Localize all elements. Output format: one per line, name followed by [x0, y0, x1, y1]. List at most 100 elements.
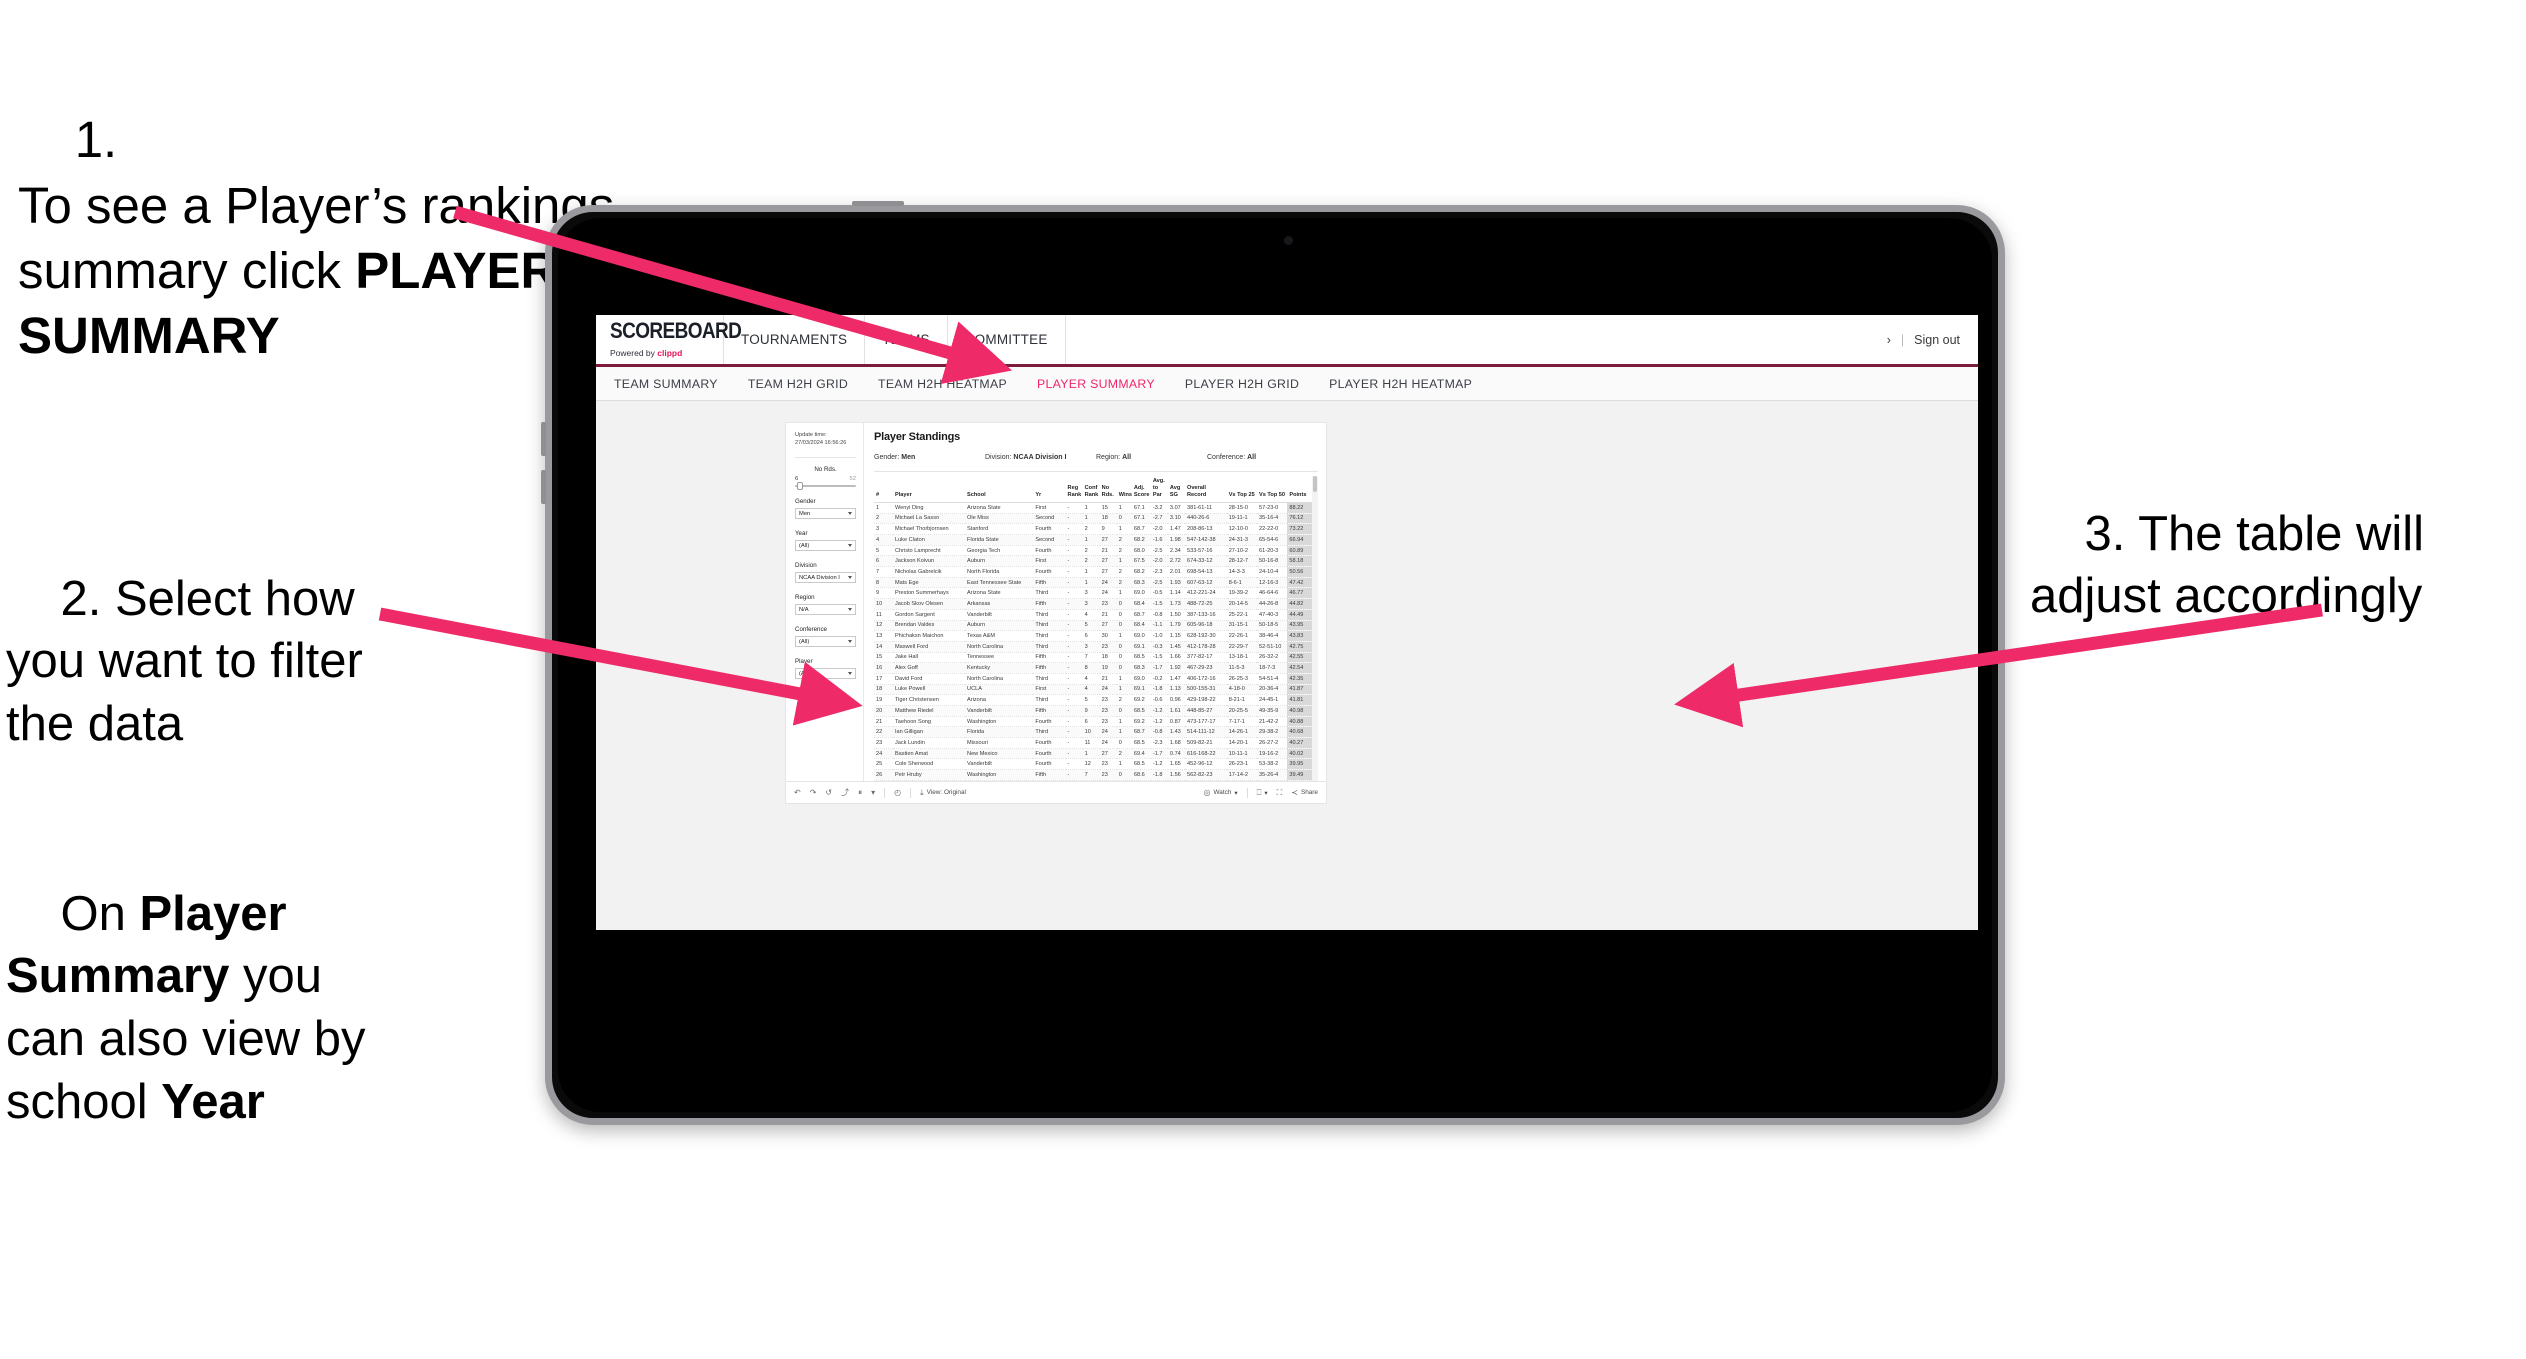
cell-rank: 26 [874, 769, 893, 781]
redo-icon[interactable]: ↷ [810, 788, 817, 797]
table-row[interactable]: 2 Michael La Sasso Ole Miss Second -1 18 0 67.1… [874, 513, 1313, 525]
table-row[interactable]: 1 Wenyi Ding Arizona State First -1 15 1 67.1 -3… [874, 502, 1313, 514]
nav-item-committee[interactable]: COMMITTEE [948, 315, 1066, 364]
col-wins[interactable]: Wins [1116, 476, 1132, 503]
cell-avg-sg: 1.79 [1167, 620, 1185, 632]
col-vs-top-50[interactable]: Vs Top 50 [1257, 476, 1288, 503]
share-button[interactable]: ≺ Share [1291, 788, 1318, 797]
table-row[interactable]: 17 David Ford North Carolina Third -4 21 1 69.0… [874, 673, 1313, 685]
col-overall-record[interactable]: Overall Record [1184, 476, 1227, 503]
table-row[interactable]: 8 Mats Ege East Tennessee State Fifth -1 24 2 6… [874, 577, 1313, 589]
header-right-group: › | Sign out [1887, 315, 1978, 364]
table-row[interactable]: 15 Jake Hall Tennessee Fifth -7 18 0 68.5 -1.5 1.… [874, 652, 1313, 664]
tab-player-summary[interactable]: PLAYER SUMMARY [1037, 377, 1155, 391]
nav-item-tournaments[interactable]: TOURNAMENTS [724, 315, 866, 364]
cell-adj-score: 67.1 [1131, 513, 1151, 525]
table-row[interactable]: 13 Phichaksn Maichon Texas A&M Third -6 30 1 69… [874, 630, 1313, 642]
cell-conf-rank: 1 [1082, 513, 1100, 525]
col-no-rds[interactable]: No Rds. [1099, 476, 1117, 503]
table-row[interactable]: 9 Preston Summerhays Arizona State Third -3 2… [874, 587, 1313, 600]
filter-no-rds-min: 6 [795, 475, 799, 482]
table-body: 1 Wenyi Ding Arizona State First -1 15 1 67.1 -3… [874, 502, 1313, 781]
chevron-down-icon: ▾ [1234, 789, 1238, 797]
table-row[interactable]: 6 Jackson Koivun Auburn First -2 27 1 67.5 -2.0 2… [874, 555, 1313, 568]
watch-button[interactable]: ◎ Watch ▾ [1204, 788, 1238, 797]
table-row[interactable]: 7 Nicholas Gabrelcik North Florida Fourth -1… [874, 566, 1313, 578]
table-row[interactable]: 25 Cole Sherwood Vanderbilt Fourth -12 23 1 68.… [874, 758, 1313, 771]
col-conf-rank[interactable]: Conf Rank [1082, 476, 1100, 503]
col-rank[interactable]: # [874, 476, 893, 503]
meta-conference-label: Conference: [1207, 454, 1246, 461]
table-row[interactable]: 26 Petr Hruby Washington Fifth -7 23 0 68.6 -1.8… [874, 769, 1313, 781]
filter-gender-dropdown[interactable]: Men [795, 508, 856, 520]
filter-player-dropdown[interactable]: (All) [795, 668, 856, 680]
col-avg-sg[interactable]: Avg SG [1167, 476, 1185, 503]
tab-team-h2h-heatmap[interactable]: TEAM H2H HEATMAP [878, 377, 1007, 391]
filter-year-dropdown[interactable]: (All) [795, 540, 856, 552]
col-player[interactable]: Player [892, 476, 966, 503]
filter-division-dropdown[interactable]: NCAA Division I [795, 572, 856, 584]
tab-player-h2h-grid[interactable]: PLAYER H2H GRID [1185, 377, 1299, 391]
filter-no-rds-slider-handle[interactable] [797, 482, 803, 490]
table-row[interactable]: 24 Bastien Amat New Mexico Fourth -1 27 2 69.4-… [874, 748, 1313, 760]
col-avg-to-par[interactable]: Avg. to Par [1150, 476, 1168, 503]
tab-team-summary[interactable]: TEAM SUMMARY [614, 377, 718, 391]
tab-team-h2h-grid[interactable]: TEAM H2H GRID [748, 377, 848, 391]
clock-icon[interactable]: ◴ [894, 788, 901, 797]
cell-overall-record: 698-54-13 [1184, 566, 1227, 578]
filter-conference-dropdown[interactable]: (All) [795, 636, 856, 648]
table-scrollbar[interactable] [1312, 476, 1318, 781]
table-row[interactable]: 12 Brendan Valdes Auburn Third -5 27 0 68.4 -1.1… [874, 620, 1313, 632]
undo-icon[interactable]: ↶ [794, 788, 801, 797]
filter-region-value: N/A [799, 606, 809, 613]
cell-conf-rank: 10 [1082, 726, 1100, 739]
refresh-icon[interactable]: ⤴ [841, 788, 849, 797]
cell-yr: Third [1033, 641, 1066, 653]
annotation-step-2b: On Player Summary you can also view by s… [6, 820, 406, 1196]
cell-adj-score: 68.2 [1131, 534, 1151, 546]
chevron-down-icon[interactable]: ▾ [871, 788, 875, 797]
sign-out-link[interactable]: Sign out [1914, 333, 1960, 347]
table-row[interactable]: 11 Gordon Sargent Vanderbilt Third -4 21 0 68.7… [874, 609, 1313, 621]
col-yr[interactable]: Yr [1033, 476, 1066, 503]
nav-item-teams[interactable]: TEAMS [865, 315, 948, 364]
table-row[interactable]: 18 Luke Powell UCLA First -4 24 1 69.1 -1.8 1.13 5… [874, 684, 1313, 696]
table-row[interactable]: 14 Maxwell Ford North Carolina Third -3 23 0 69… [874, 641, 1313, 653]
col-reg-rank[interactable]: Reg Rank [1065, 476, 1083, 503]
col-vs-top-25[interactable]: Vs Top 25 [1226, 476, 1258, 503]
col-adj-score[interactable]: Adj. Score [1131, 476, 1151, 503]
table-row[interactable]: 3 Michael Thorbjornsen Stanford Fourth -2 9 1 6… [874, 523, 1313, 536]
cell-wins: 0 [1116, 652, 1132, 664]
filter-region-dropdown[interactable]: N/A [795, 604, 856, 616]
cell-vs-top-25: 8-21-1 [1226, 694, 1258, 707]
cell-school: New Mexico [965, 748, 1034, 760]
cell-conf-rank: 11 [1082, 737, 1100, 749]
cell-no-rds: 24 [1099, 684, 1117, 696]
user-menu-icon[interactable]: › [1887, 333, 1891, 347]
cell-school: Arizona [965, 694, 1034, 707]
col-points[interactable]: Points [1287, 476, 1313, 503]
filter-year: Year (All) [795, 530, 856, 552]
table-scrollbar-thumb[interactable] [1313, 476, 1318, 492]
app-logo[interactable]: SCOREBOARD Powered by clippd [596, 315, 742, 364]
tab-player-h2h-heatmap[interactable]: PLAYER H2H HEATMAP [1329, 377, 1472, 391]
table-header-row: # Player School Yr Reg Rank Conf Rank No Rds. W… [874, 476, 1313, 503]
col-school[interactable]: School [965, 476, 1034, 503]
table-row[interactable]: 20 Matthew Riedel Vanderbilt Fifth -9 23 0 68.5… [874, 705, 1313, 717]
table-row[interactable]: 10 Jacob Skov Olesen Arkansas Fifth -3 23 0 68.… [874, 598, 1313, 610]
table-row[interactable]: 22 Ian Gilligan Florida Third -10 24 1 68.7 -0.8… [874, 726, 1313, 739]
fullscreen-icon[interactable]: ⛶ [1277, 788, 1283, 797]
table-row[interactable]: 4 Luke Claton Florida State Second -1 27 2 68.2… [874, 534, 1313, 546]
revert-icon[interactable]: ↺ [825, 788, 832, 797]
cell-adj-score: 69.0 [1131, 673, 1151, 685]
pause-updates-icon[interactable]: ⏸ [858, 788, 862, 797]
filter-no-rds-slider[interactable] [795, 482, 856, 490]
table-row[interactable]: 21 Taehoon Song Washington Fourth -6 23 1 69.2-… [874, 716, 1313, 728]
table-row[interactable]: 5 Christo Lamprecht Georgia Tech Fourth -2 21… [874, 545, 1313, 557]
view-original-button[interactable]: ⤓ View: Original [920, 788, 966, 797]
alert-button[interactable]: ⎕ ▾ [1257, 788, 1268, 797]
table-row[interactable]: 16 Alex Goff Kentucky Fifth -8 19 0 68.3 -1.7 1.9… [874, 662, 1313, 674]
table-row[interactable]: 23 Jack Lundin Missouri Fourth -11 24 0 68.5 -2.… [874, 737, 1313, 749]
cell-reg-rank: - [1065, 694, 1083, 707]
table-row[interactable]: 19 Tiger Christensen Arizona Third -5 23 2 69.2… [874, 694, 1313, 707]
